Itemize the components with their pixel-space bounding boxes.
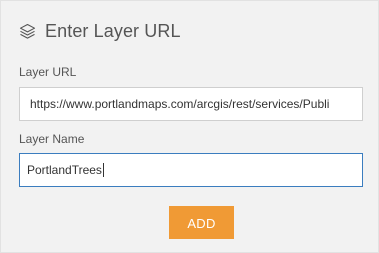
layer-url-value: https://www.portlandmaps.com/arcgis/rest… (30, 97, 330, 111)
enter-layer-url-panel: Enter Layer URL Layer URL https://www.po… (0, 0, 379, 253)
text-cursor (102, 163, 104, 177)
panel-title: Enter Layer URL (45, 20, 181, 41)
layer-name-value: PortlandTrees (27, 163, 102, 177)
layer-url-label: Layer URL (19, 65, 77, 79)
layer-name-label: Layer Name (19, 132, 85, 146)
add-button[interactable]: ADD (169, 206, 234, 239)
layer-name-input[interactable]: PortlandTrees (19, 153, 363, 187)
layers-icon (19, 23, 36, 40)
layer-url-input[interactable]: https://www.portlandmaps.com/arcgis/rest… (19, 87, 363, 121)
panel-header: Enter Layer URL (19, 19, 181, 43)
